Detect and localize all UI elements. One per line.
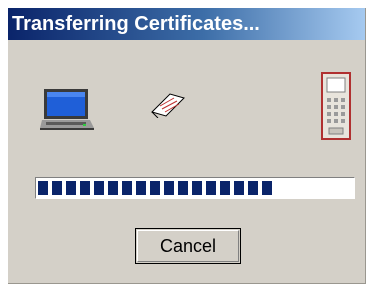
progress-bar-fill [38,181,272,195]
flying-paper-icon [150,92,186,118]
progress-segment [66,181,76,195]
progress-segment [108,181,118,195]
progress-segment [234,181,244,195]
progress-segment [220,181,230,195]
cancel-button[interactable]: Cancel [135,228,241,264]
progress-bar [35,177,355,199]
transfer-dialog: Transferring Certificates... Cancel [8,8,366,284]
progress-segment [206,181,216,195]
progress-segment [164,181,174,195]
progress-segment [38,181,48,195]
progress-segment [178,181,188,195]
progress-segment [80,181,90,195]
window-title: Transferring Certificates... [12,13,260,35]
title-bar[interactable]: Transferring Certificates... [8,8,365,40]
progress-segment [122,181,132,195]
progress-segment [136,181,146,195]
progress-segment [52,181,62,195]
progress-segment [262,181,272,195]
mobile-device-icon [321,72,351,140]
progress-segment [150,181,160,195]
laptop-computer-icon [40,88,94,132]
progress-segment [94,181,104,195]
progress-segment [248,181,258,195]
progress-segment [192,181,202,195]
